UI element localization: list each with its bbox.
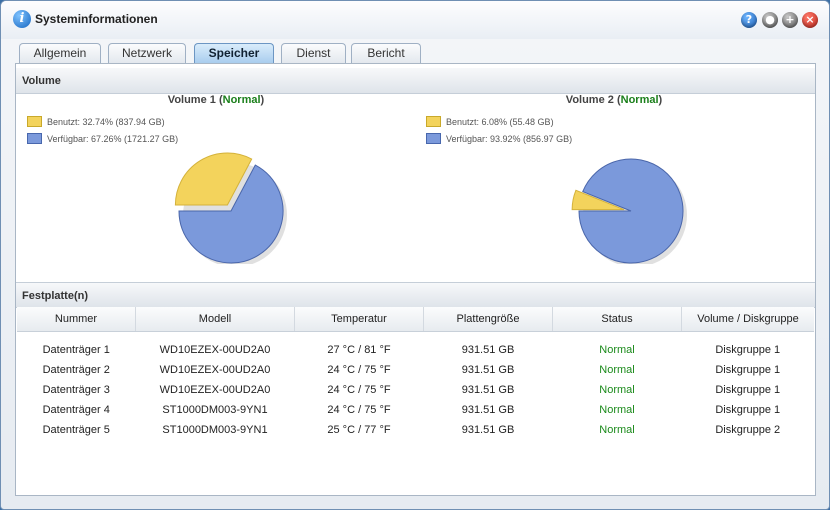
system-info-window: i Systeminformationen ? ● + × Allgemein …: [0, 0, 830, 510]
volume-1-pie-chart: [174, 152, 287, 264]
disk-status: Normal: [599, 424, 635, 436]
close-icon[interactable]: ×: [802, 12, 818, 28]
info-icon: i: [13, 10, 31, 28]
volume-1-name: Volume 1: [167, 94, 216, 106]
volume-1-status: Normal: [222, 94, 261, 106]
tab-allgemein[interactable]: Allgemein: [19, 43, 101, 63]
tab-speicher[interactable]: Speicher: [194, 43, 274, 63]
volume-1-free-label: Verfügbar: 67.26% (1721.27 GB): [47, 134, 179, 144]
free-swatch: [426, 133, 441, 144]
disk-model: WD10EZEX-00UD2A0: [159, 364, 271, 376]
table-row[interactable]: Datenträger 2 WD10EZEX-00UD2A0 24 °C / 7…: [17, 360, 814, 380]
pie-slice-free: [578, 158, 684, 264]
disk-size: 931.51 GB: [461, 404, 515, 416]
disk-temperature: 27 °C / 81 °F: [327, 344, 391, 356]
column-header[interactable]: Modell: [135, 307, 295, 332]
disk-number: Datenträger 3: [42, 384, 110, 396]
disk-model: WD10EZEX-00UD2A0: [159, 384, 271, 396]
disk-size: 931.51 GB: [461, 424, 515, 436]
tab-bericht[interactable]: Bericht: [351, 43, 421, 63]
column-header[interactable]: Volume / Diskgruppe: [681, 307, 814, 332]
disk-number: Datenträger 1: [42, 344, 110, 356]
tab-dienst[interactable]: Dienst: [281, 43, 346, 63]
volume-2-free-label: Verfügbar: 93.92% (856.97 GB): [446, 134, 573, 144]
volume-2-used-label: Benutzt: 6.08% (55.48 GB): [446, 117, 554, 127]
disk-model: ST1000DM003-9YN1: [162, 404, 268, 416]
disk-table-header: Nummer Modell Temperatur Plattengröße St…: [17, 307, 814, 332]
column-header[interactable]: Temperatur: [294, 307, 424, 332]
table-row[interactable]: Datenträger 1 WD10EZEX-00UD2A0 27 °C / 8…: [17, 340, 814, 360]
storage-panel: Volume Volume 1 (Normal) Benutzt: 32.74%…: [15, 63, 816, 496]
volume-2-pie-chart: [571, 158, 687, 264]
volume-2-name: Volume 2: [565, 94, 614, 106]
free-swatch: [27, 133, 42, 144]
window-title: Systeminformationen: [35, 12, 158, 26]
column-header[interactable]: Nummer: [17, 307, 136, 332]
title-bar[interactable]: i Systeminformationen ? ● + ×: [1, 1, 829, 39]
volume-section-header: Volume: [16, 68, 815, 94]
table-row[interactable]: Datenträger 5 ST1000DM003-9YN1 25 °C / 7…: [17, 420, 814, 440]
tab-netzwerk[interactable]: Netzwerk: [108, 43, 186, 63]
disk-status: Normal: [599, 384, 635, 396]
table-row[interactable]: Datenträger 3 WD10EZEX-00UD2A0 24 °C / 7…: [17, 380, 814, 400]
disk-temperature: 24 °C / 75 °F: [327, 384, 391, 396]
disk-temperature: 25 °C / 77 °F: [327, 424, 391, 436]
disk-model: WD10EZEX-00UD2A0: [159, 344, 271, 356]
disk-group: Diskgruppe 2: [715, 424, 781, 436]
disk-number: Datenträger 4: [42, 404, 110, 416]
disk-section-header: Festplatte(n): [16, 282, 815, 308]
disk-status: Normal: [599, 344, 635, 356]
disk-group: Diskgruppe 1: [715, 404, 781, 416]
disk-group: Diskgruppe 1: [715, 384, 781, 396]
disk-size: 931.51 GB: [461, 364, 515, 376]
disk-number: Datenträger 2: [42, 364, 110, 376]
minimize-icon[interactable]: ●: [762, 12, 778, 28]
disk-group: Diskgruppe 1: [715, 364, 781, 376]
disk-table: Nummer Modell Temperatur Plattengröße St…: [17, 307, 814, 440]
disk-status: Normal: [599, 404, 635, 416]
disk-size: 931.51 GB: [461, 344, 515, 356]
disk-status: Normal: [599, 364, 635, 376]
table-row[interactable]: Datenträger 4 ST1000DM003-9YN1 24 °C / 7…: [17, 400, 814, 420]
volume-2-status: Normal: [620, 94, 659, 106]
disk-temperature: 24 °C / 75 °F: [327, 404, 391, 416]
column-header[interactable]: Plattengröße: [423, 307, 553, 332]
disk-size: 931.51 GB: [461, 384, 515, 396]
volume-1-used-label: Benutzt: 32.74% (837.94 GB): [47, 117, 165, 127]
disk-temperature: 24 °C / 75 °F: [327, 364, 391, 376]
used-swatch: [27, 116, 42, 127]
disk-model: ST1000DM003-9YN1: [162, 424, 268, 436]
maximize-icon[interactable]: +: [782, 12, 798, 28]
disk-group: Diskgruppe 1: [715, 344, 781, 356]
volume-1-title: Volume 1 (Normal): [167, 94, 265, 106]
disk-number: Datenträger 5: [42, 424, 110, 436]
volume-2-title: Volume 2 (Normal): [565, 94, 663, 106]
used-swatch: [426, 116, 441, 127]
column-header[interactable]: Status: [552, 307, 682, 332]
help-icon[interactable]: ?: [741, 12, 757, 28]
